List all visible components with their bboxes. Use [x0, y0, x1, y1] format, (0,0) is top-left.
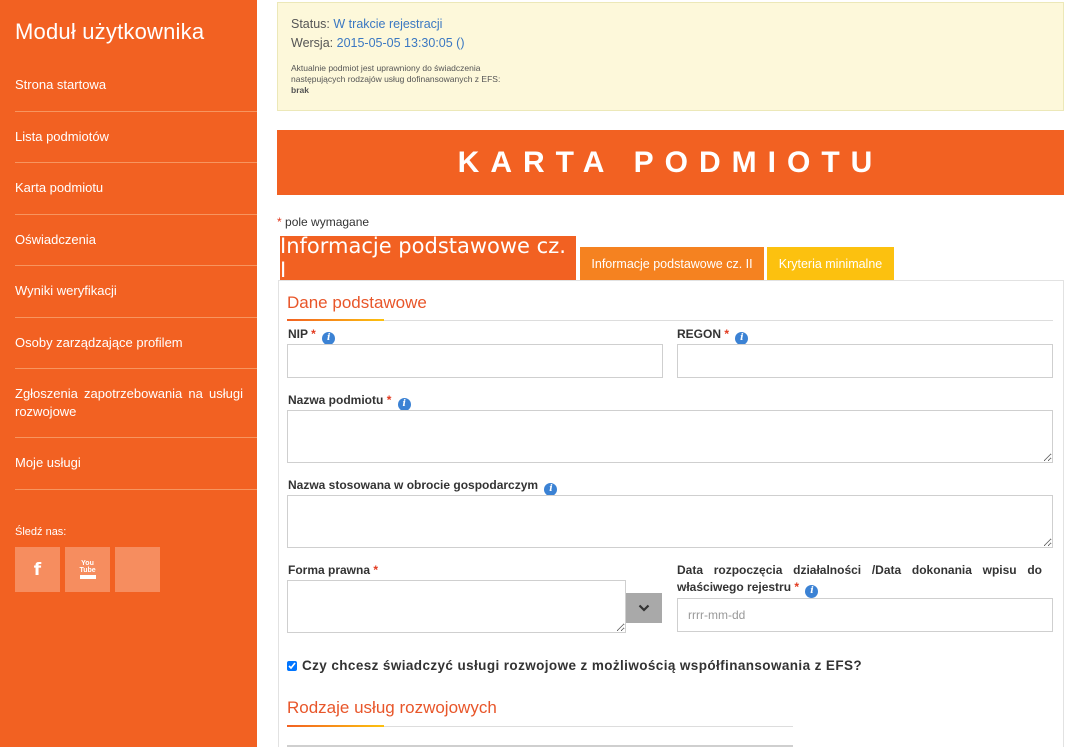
youtube-button[interactable]: You Tube — [65, 547, 110, 592]
sidebar-item-home[interactable]: Strona startowa — [15, 60, 257, 112]
required-star: * — [373, 563, 379, 577]
required-fields-note: * pole wymagane — [277, 215, 369, 229]
status-value: W trakcie rejestracji — [333, 17, 443, 31]
sidebar-item-my-services[interactable]: Moje usługi — [15, 438, 257, 490]
social-placeholder-button[interactable] — [115, 547, 160, 592]
trade-name-textarea[interactable] — [287, 495, 1053, 548]
section-divider — [287, 319, 1053, 321]
legal-form-label-text: Forma prawna — [288, 563, 371, 577]
start-date-label: Data rozpoczęcia działalności /Data doko… — [677, 562, 1042, 598]
tab-basic-info-part-1[interactable]: Informacje podstawowe cz. I — [280, 234, 576, 282]
required-star: * — [724, 327, 730, 341]
status-line: Status: W trakcie rejestracji — [291, 15, 1050, 34]
status-label: Status: — [291, 17, 330, 31]
required-star: * — [794, 580, 800, 594]
entitlement-note: Aktualnie podmiot jest uprawniony do świ… — [291, 63, 501, 84]
sidebar-item-statements[interactable]: Oświadczenia — [15, 215, 257, 266]
sidebar-item-service-requests[interactable]: Zgłoszenia zapotrzebowania na usługi roz… — [15, 369, 257, 438]
page-title-banner: KARTA PODMIOTU — [277, 130, 1064, 195]
required-star: * — [311, 327, 316, 341]
section-title-basic-data: Dane podstawowe — [287, 293, 427, 312]
sidebar-title: Moduł użytkownika — [15, 19, 205, 44]
info-icon[interactable]: i — [805, 585, 819, 598]
nip-label-text: NIP — [288, 327, 308, 341]
required-star: * — [386, 393, 392, 407]
trade-name-label: Nazwa stosowana w obrocie gospodarczym i — [288, 477, 558, 496]
sidebar-nav: Strona startowa Lista podmiotów Karta po… — [15, 60, 257, 490]
sidebar-item-profile-managers[interactable]: Osoby zarządzające profilem — [15, 318, 257, 369]
efs-cofinancing-checkbox[interactable] — [287, 660, 297, 671]
social-links: f You Tube — [15, 547, 160, 592]
start-date-label-text: Data rozpoczęcia działalności /Data doko… — [677, 563, 1042, 594]
legal-form-dropdown-button[interactable] — [626, 593, 662, 623]
section-divider — [287, 725, 793, 727]
facebook-button[interactable]: f — [15, 547, 60, 592]
version-value: 2015-05-05 13:30:05 () — [336, 36, 465, 50]
legal-form-select[interactable] — [287, 580, 626, 633]
tab-basic-info-part-2[interactable]: Informacje podstawowe cz. II — [580, 247, 764, 280]
version-label: Wersja: — [291, 36, 334, 50]
regon-label: REGON * i — [677, 326, 749, 345]
sidebar-item-verification-results[interactable]: Wyniki weryfikacji — [15, 266, 257, 318]
chevron-down-icon — [638, 604, 650, 612]
regon-label-text: REGON — [677, 327, 722, 341]
follow-us-label: Śledź nas: — [15, 526, 67, 538]
youtube-icon: You Tube — [79, 560, 96, 579]
nip-label: NIP * i — [288, 326, 336, 345]
entitlement-value: brak — [291, 85, 309, 95]
trade-name-label-text: Nazwa stosowana w obrocie gospodarczym — [288, 478, 539, 492]
page-title: KARTA PODMIOTU — [457, 145, 884, 179]
legal-form-label: Forma prawna * — [288, 562, 378, 579]
entity-name-label: Nazwa podmiotu * i — [288, 392, 411, 411]
efs-cofinancing-question: Czy chcesz świadczyć usługi rozwojowe z … — [302, 658, 863, 673]
nip-input[interactable] — [287, 344, 663, 378]
sidebar-item-entity-list[interactable]: Lista podmiotów — [15, 112, 257, 163]
regon-input[interactable] — [677, 344, 1053, 378]
entity-name-textarea[interactable] — [287, 410, 1053, 463]
start-date-input[interactable] — [677, 598, 1053, 632]
status-box: Status: W trakcie rejestracji Wersja: 20… — [277, 2, 1064, 111]
required-note-text: pole wymagane — [285, 215, 370, 229]
facebook-icon: f — [33, 559, 42, 580]
sidebar: Moduł użytkownika Strona startowa Lista … — [0, 0, 257, 747]
section-title-service-types: Rodzaje usług rozwojowych — [287, 698, 497, 717]
version-line: Wersja: 2015-05-05 13:30:05 () — [291, 34, 1050, 53]
tab-minimum-criteria[interactable]: Kryteria minimalne — [767, 247, 894, 280]
required-star: * — [277, 215, 282, 229]
sidebar-item-entity-card[interactable]: Karta podmiotu — [15, 163, 257, 215]
entity-name-label-text: Nazwa podmiotu — [288, 393, 384, 407]
efs-cofinancing-checkbox-row[interactable]: Czy chcesz świadczyć usługi rozwojowe z … — [287, 658, 862, 673]
